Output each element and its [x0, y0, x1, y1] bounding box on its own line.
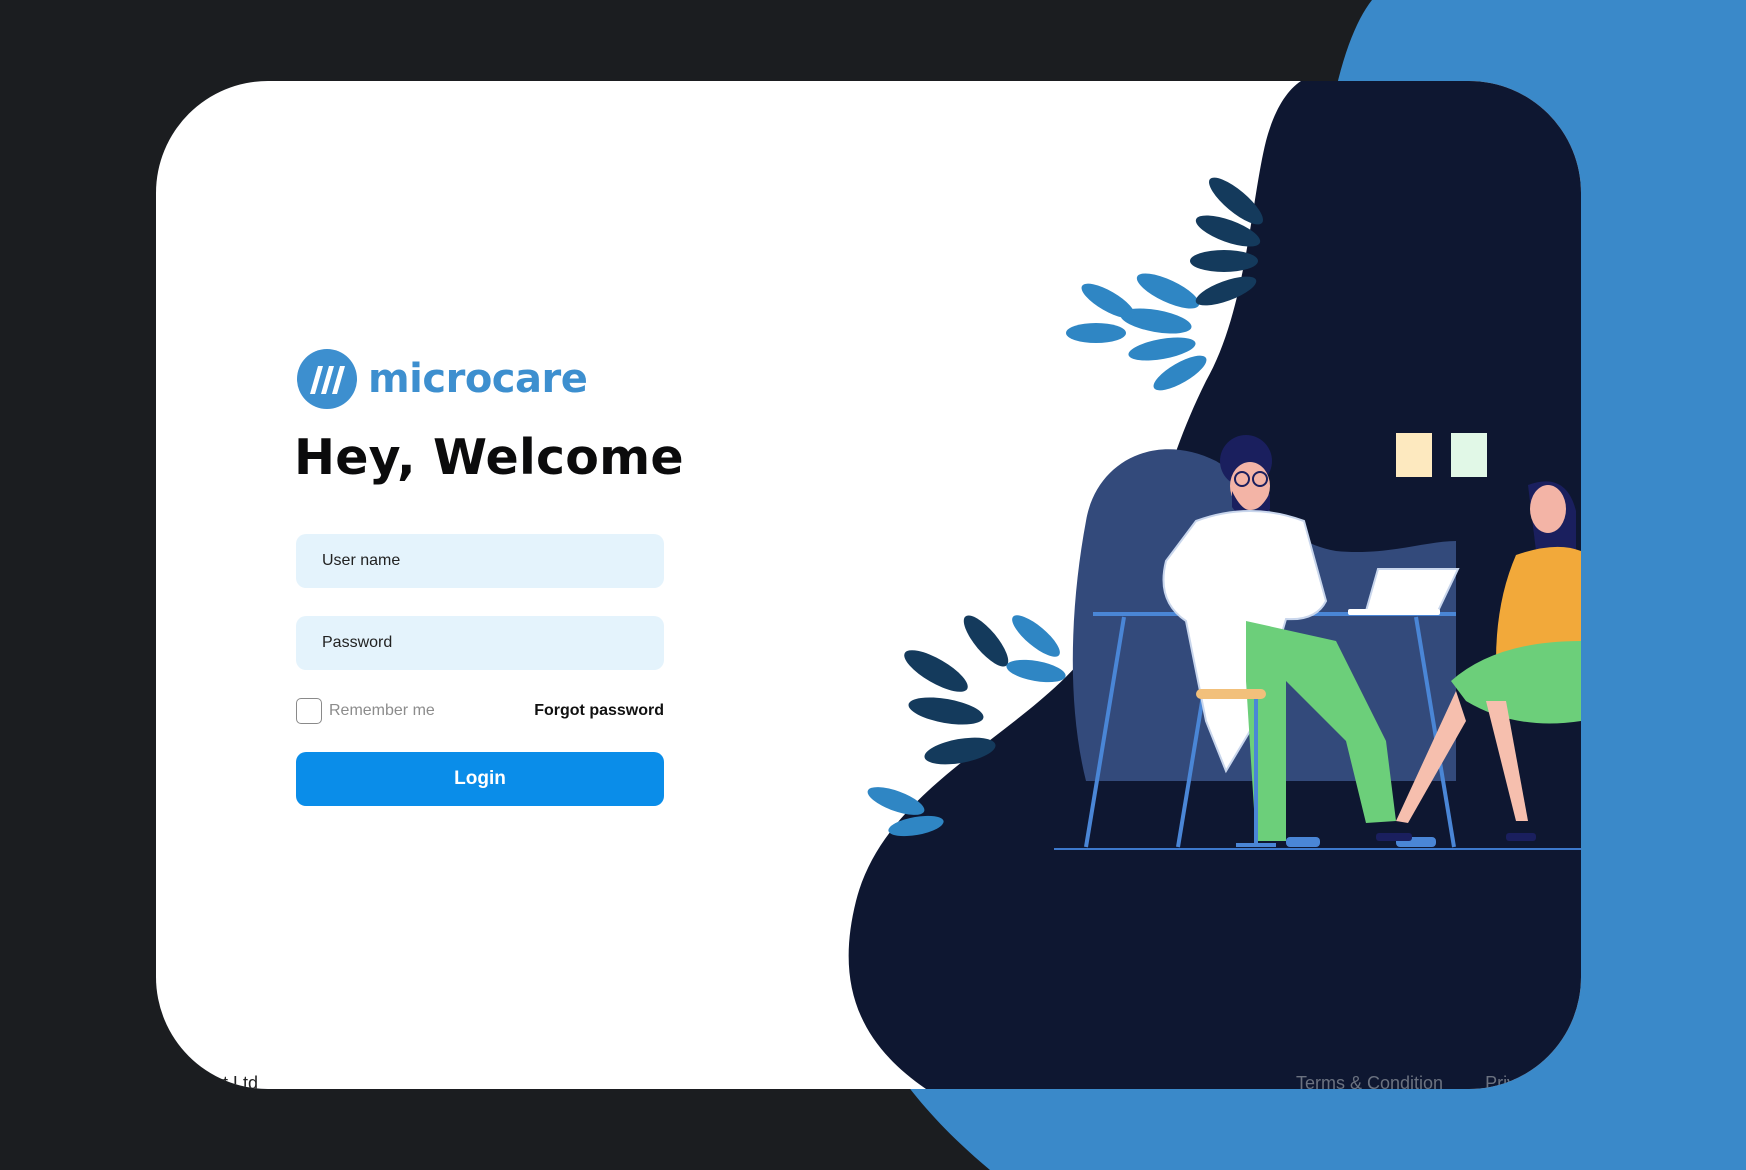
plant-leaves-icon — [1066, 273, 1207, 391]
login-form: microcare Hey, Welcome Remember me Forgo… — [294, 347, 684, 806]
footer-company: Pvt Ltd — [202, 1073, 259, 1089]
remember-me-checkbox[interactable] — [296, 698, 322, 724]
microcare-logo-icon — [297, 349, 357, 409]
password-input[interactable] — [296, 616, 664, 670]
login-screen: microcare Hey, Welcome Remember me Forgo… — [0, 0, 1746, 1170]
username-input[interactable] — [296, 534, 664, 588]
forgot-password-link[interactable]: Forgot password — [534, 702, 664, 720]
sticky-note-icon — [1396, 433, 1432, 477]
remember-me-label: Remember me — [329, 702, 435, 719]
remember-me[interactable]: Remember me — [296, 698, 435, 724]
brand-name: microcare — [368, 356, 588, 402]
login-card: microcare Hey, Welcome Remember me Forgo… — [156, 81, 1581, 1089]
form-options: Remember me Forgot password — [296, 696, 664, 726]
login-button[interactable]: Login — [296, 752, 664, 806]
terms-link[interactable]: Terms & Condition — [1296, 1073, 1443, 1089]
page-title: Hey, Welcome — [294, 429, 684, 486]
sticky-note-icon — [1451, 433, 1487, 477]
brand-logo: microcare — [296, 347, 664, 411]
privacy-link[interactable]: Priv — [1485, 1073, 1516, 1089]
footer-links: Terms & Condition Priv — [1296, 1073, 1558, 1089]
